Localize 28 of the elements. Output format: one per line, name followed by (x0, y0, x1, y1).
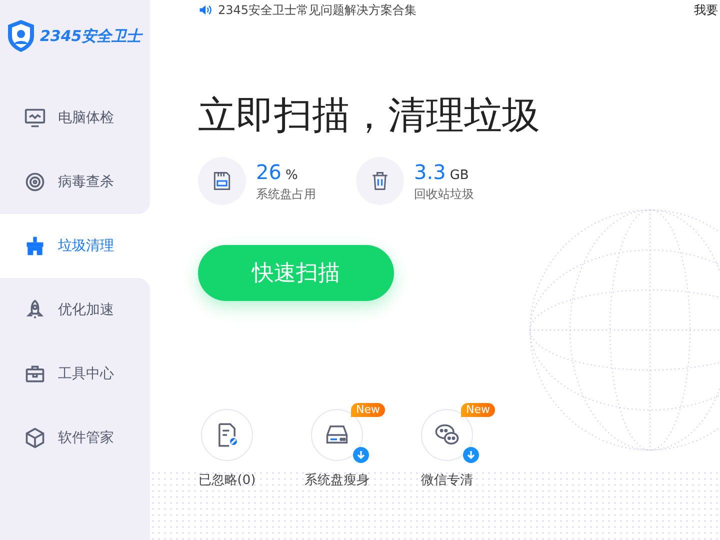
speaker-icon (198, 3, 212, 17)
sidebar-item[interactable]: 优化加速 (0, 278, 150, 342)
sidebar-item[interactable]: 电脑体检 (0, 86, 150, 150)
target-icon (24, 171, 46, 193)
stat-value: 26 (256, 160, 282, 184)
tool-label: 已忽略(0) (198, 472, 256, 489)
sidebar-item[interactable]: 软件管家 (0, 406, 150, 470)
tool-label: 微信专清 (421, 472, 473, 489)
cube-icon (24, 427, 46, 449)
tool-label: 系统盘瘦身 (304, 472, 370, 489)
stat-label: 系统盘占用 (256, 186, 316, 202)
toolbox-icon (24, 363, 46, 385)
monitor-icon (24, 107, 46, 129)
shield-logo-icon (6, 19, 36, 53)
new-badge: New (351, 403, 385, 417)
new-badge: New (461, 403, 495, 417)
notice-link[interactable]: 2345安全卫士常见问题解决方案合集 (218, 2, 417, 18)
stat-label: 回收站垃圾 (414, 186, 474, 202)
top-right-link[interactable]: 我要 (694, 2, 718, 18)
headline: 立即扫描，清理垃圾 (198, 92, 540, 139)
stat-value: 3.3 (414, 160, 446, 184)
sidebar-item[interactable]: 工具中心 (0, 342, 150, 406)
tool-button[interactable] (201, 409, 253, 461)
sidebar-item[interactable]: 病毒查杀 (0, 150, 150, 214)
rocket-icon (24, 299, 46, 321)
app-logo-text: 2345安全卫士 (40, 26, 142, 46)
stat-unit: GB (450, 168, 469, 182)
stat-unit: % (285, 168, 298, 182)
